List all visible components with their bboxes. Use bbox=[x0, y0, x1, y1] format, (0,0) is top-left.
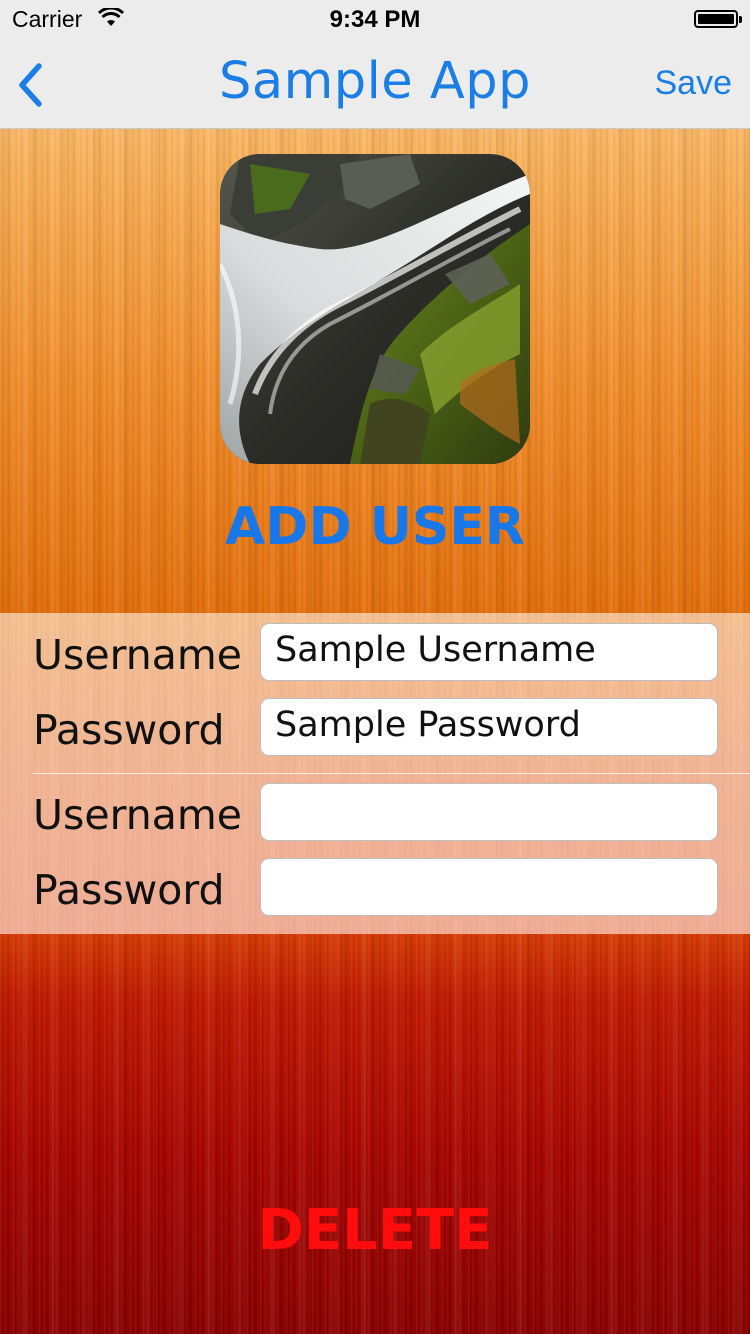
user-avatar[interactable] bbox=[220, 154, 530, 464]
status-time: 9:34 PM bbox=[329, 6, 421, 33]
battery-icon bbox=[694, 10, 742, 28]
password-field[interactable] bbox=[260, 858, 718, 916]
password-field[interactable]: Sample Password bbox=[260, 698, 718, 756]
app-screen: Carrier 9:34 PM Sample App Save ADD USER… bbox=[0, 0, 750, 1334]
username-field[interactable]: Sample Username bbox=[260, 623, 718, 681]
username-label: Username bbox=[33, 631, 243, 679]
form-divider bbox=[33, 773, 750, 774]
page-title: Sample App bbox=[218, 52, 532, 111]
username-label: Username bbox=[33, 791, 243, 839]
user-form: Username Sample Username Password Sample… bbox=[0, 613, 750, 934]
chevron-left-icon bbox=[19, 63, 42, 107]
password-label: Password bbox=[33, 706, 225, 754]
username-field[interactable] bbox=[260, 783, 718, 841]
back-button[interactable] bbox=[10, 58, 60, 112]
navigation-bar: Carrier 9:34 PM Sample App Save bbox=[0, 0, 750, 129]
save-button[interactable]: Save bbox=[655, 64, 733, 103]
password-label: Password bbox=[33, 866, 225, 914]
waterfall-photo bbox=[220, 154, 530, 464]
add-user-heading: ADD USER bbox=[225, 497, 525, 557]
delete-button[interactable]: DELETE bbox=[0, 1198, 750, 1263]
